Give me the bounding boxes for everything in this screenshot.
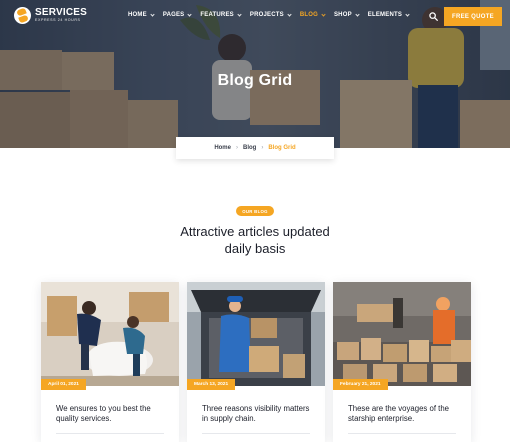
search-icon[interactable]	[429, 12, 438, 21]
nav-item-label: SHOP	[333, 12, 352, 18]
blog-card-image[interactable]	[187, 282, 325, 386]
post-date: April 01, 2021	[41, 379, 86, 390]
section-title-line2: daily basis	[224, 241, 286, 256]
post-title[interactable]: Three reasons visibility matters in supp…	[202, 404, 317, 424]
chevron-down-icon	[287, 11, 292, 17]
nav-item-label: BLOG	[299, 12, 318, 18]
nav-item-features[interactable]: FEATURES	[200, 11, 242, 18]
nav-item-label: FEATURES	[200, 12, 234, 18]
divider	[202, 433, 310, 434]
section-badge: OUR BLOG	[236, 206, 274, 216]
chevron-right-icon: ›	[261, 145, 264, 151]
chevron-down-icon	[150, 11, 155, 17]
post-date: February 21, 2021	[333, 379, 388, 390]
nav-item-home[interactable]: HOME	[128, 11, 155, 18]
blog-card[interactable]: April 01, 2021 We ensures to you best th…	[41, 282, 179, 442]
free-quote-button[interactable]: FREE QUOTE	[444, 7, 502, 26]
post-title[interactable]: These are the voyages of the starship en…	[348, 404, 463, 424]
chevron-down-icon	[405, 11, 410, 17]
nav-menu: HOME PAGES FEATURES PROJECTS BLOG SHOP E…	[128, 11, 418, 18]
blog-card[interactable]: February 21, 2021 These are the voyages …	[333, 282, 471, 442]
section-title-line1: Attractive articles updated	[180, 224, 330, 239]
logo-tagline: EXPRESS 24 HOURS	[35, 18, 81, 23]
divider	[56, 433, 164, 434]
main-navbar: SERVICES EXPRESS 24 HOURS HOME PAGES FEA…	[0, 0, 510, 34]
post-date: March 13, 2021	[187, 379, 236, 390]
hero-banner: SERVICES EXPRESS 24 HOURS HOME PAGES FEA…	[0, 0, 510, 148]
nav-item-elements[interactable]: ELEMENTS	[367, 11, 410, 18]
chevron-down-icon	[237, 11, 242, 17]
site-logo[interactable]: SERVICES EXPRESS 24 HOURS	[14, 7, 87, 24]
post-title[interactable]: We ensures to you best the quality servi…	[56, 404, 171, 424]
nav-item-label: HOME	[128, 12, 147, 18]
breadcrumb: Home › Blog › Blog Grid	[176, 137, 334, 159]
blog-card[interactable]: March 13, 2021 Three reasons visibility …	[187, 282, 325, 442]
section-title: Attractive articles updated daily basis	[150, 223, 360, 257]
nav-item-pages[interactable]: PAGES	[162, 11, 192, 18]
nav-item-label: PROJECTS	[249, 12, 284, 18]
breadcrumb-current: Blog Grid	[268, 145, 296, 151]
breadcrumb-home-link[interactable]: Home	[214, 145, 231, 151]
chevron-down-icon	[355, 11, 360, 17]
nav-item-label: ELEMENTS	[367, 12, 403, 18]
blog-card-image[interactable]	[333, 282, 471, 386]
nav-item-label: PAGES	[162, 12, 185, 18]
chevron-right-icon: ›	[235, 145, 238, 151]
nav-item-blog[interactable]: BLOG	[299, 11, 326, 18]
blog-card-image[interactable]	[41, 282, 179, 386]
logo-name: SERVICES	[35, 7, 87, 19]
breadcrumb-blog-link[interactable]: Blog	[243, 145, 256, 151]
page-title: Blog Grid	[217, 72, 293, 89]
chevron-down-icon	[321, 11, 326, 17]
logo-icon	[14, 7, 31, 24]
nav-item-projects[interactable]: PROJECTS	[249, 11, 292, 18]
nav-item-shop[interactable]: SHOP	[333, 11, 360, 18]
chevron-down-icon	[187, 11, 192, 17]
divider	[348, 433, 456, 434]
